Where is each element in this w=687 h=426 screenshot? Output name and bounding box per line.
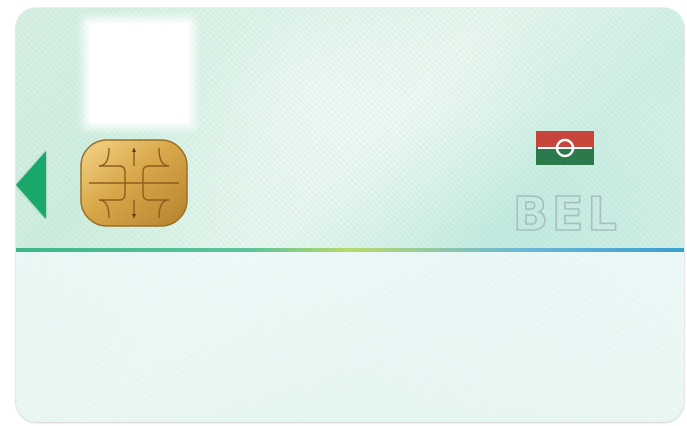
card-bottom-zone <box>16 252 684 422</box>
smart-chip-icon <box>79 138 189 228</box>
insertion-arrow-icon <box>16 151 46 219</box>
country-code-text: BEL <box>513 188 621 236</box>
id-card: BEL <box>16 8 684 422</box>
country-code-mark: BEL <box>511 186 661 242</box>
flag-emblem-icon <box>536 131 594 165</box>
photo-placeholder <box>89 23 189 123</box>
